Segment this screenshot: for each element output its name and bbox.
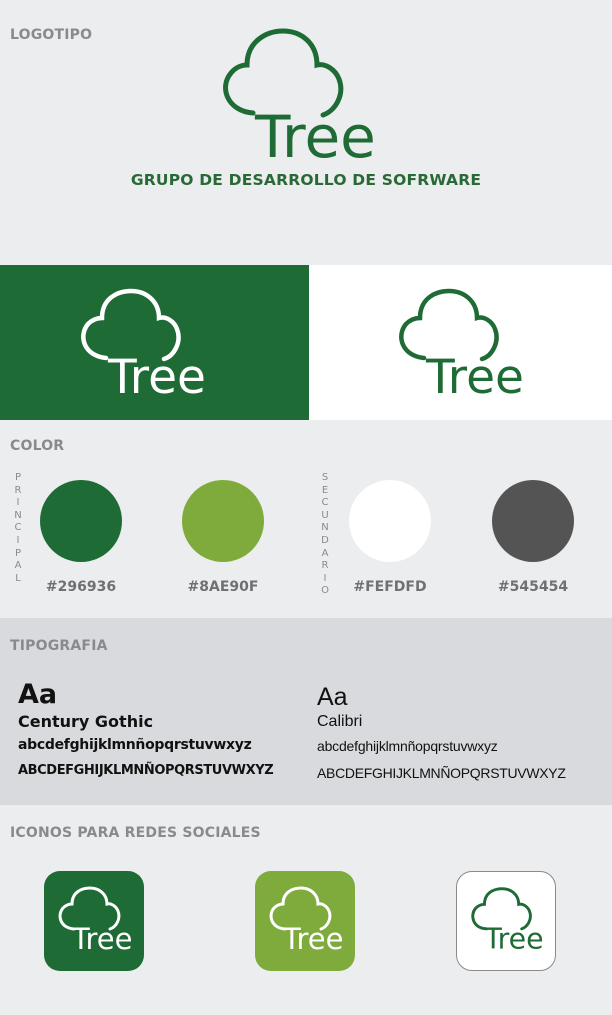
logo-variant-green: Tree [399,288,524,401]
font-uppercase: ABCDEFGHIJKLMNÑOPQRSTUVWXYZ [18,763,274,778]
color-swatch-296936 [40,480,122,562]
font-sample: Aa [317,683,348,711]
logo-wordmark: Tree [483,922,543,955]
color-hex-label: #FEFDFD [353,579,427,595]
logo-wordmark: Tree [282,922,343,956]
logo-wordmark: Tree [107,350,206,401]
logo-wordmark: Tree [254,103,376,165]
color-swatch-545454 [492,480,574,562]
social-icon-white: Tree [456,871,556,971]
social-icon-light-green: Tree [255,871,355,971]
logo-wordmark: Tree [71,922,132,956]
section-title-iconos: ICONOS PARA REDES SOCIALES [10,825,261,841]
color-hex-label: #545454 [497,579,569,595]
tree-logo-icon: Tree [58,886,132,956]
tree-crown-icon [81,288,181,362]
section-title-tipografia: TIPOGRAFIA [10,638,108,654]
tree-logo-icon: Tree [471,887,544,955]
font-specimen-calibri: Aa Calibri abcdefghijklmnñopqrstuvwxyz A… [317,683,607,782]
section-title-logotipo: LOGOTIPO [10,27,93,43]
tree-logo-icon: Tree [269,886,343,956]
color-hex-label: #8AE90F [187,579,259,595]
font-lowercase: abcdefghijklmnñopqrstuvwxyz [18,737,252,753]
main-logo: Tree [223,28,376,165]
font-name: Century Gothic [18,712,154,731]
logo-tagline: GRUPO DE DESARROLLO DE SOFRWARE [130,171,482,189]
font-uppercase: ABCDEFGHIJKLMNÑOPQRSTUVWXYZ [317,765,566,781]
logo-variant-white: Tree [81,288,206,401]
color-swatch-8ae90f [182,480,264,562]
font-specimen-century-gothic: Aa Century Gothic abcdefghijklmnñopqrstu… [18,680,308,780]
section-title-color: COLOR [10,438,65,454]
secondary-color-label: SECUNDARIO [321,472,329,597]
color-swatch-fefdfd [349,480,431,562]
font-lowercase: abcdefghijklmnñopqrstuvwxyz [317,738,498,754]
font-name: Calibri [317,713,363,730]
logo-wordmark: Tree [425,350,524,401]
social-icon-dark-green: Tree [44,871,144,971]
color-hex-label: #296936 [45,579,117,595]
tree-crown-icon [399,288,499,362]
font-sample: Aa [18,679,58,710]
primary-color-label: PRINCIPAL [14,472,22,584]
